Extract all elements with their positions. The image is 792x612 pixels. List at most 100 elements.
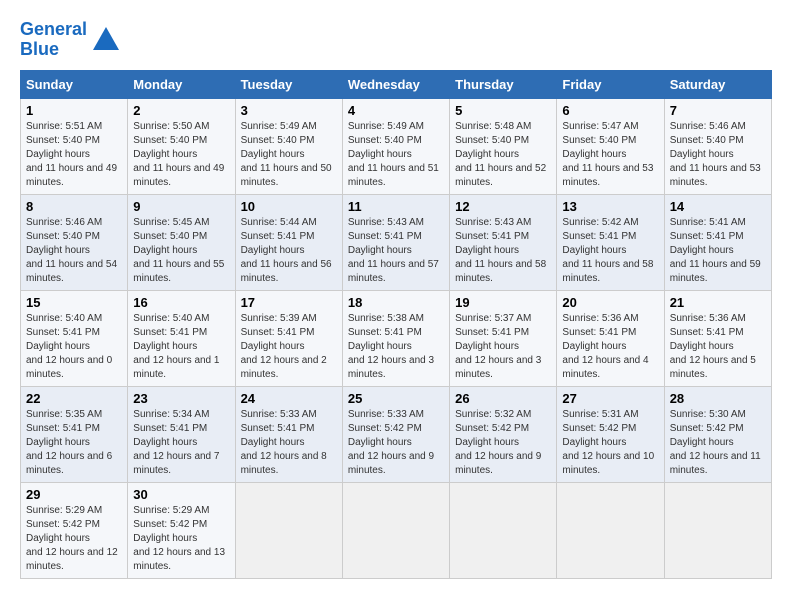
day-info: Sunrise: 5:46 AMSunset: 5:40 PMDaylight … xyxy=(26,217,117,284)
day-number: 8 xyxy=(26,199,122,214)
day-info: Sunrise: 5:50 AMSunset: 5:40 PMDaylight … xyxy=(133,121,224,188)
day-number: 1 xyxy=(26,103,122,118)
day-info: Sunrise: 5:44 AMSunset: 5:41 PMDaylight … xyxy=(241,217,332,284)
calendar-cell: 7 Sunrise: 5:46 AMSunset: 5:40 PMDaylight… xyxy=(664,98,771,194)
weekday-header-thursday: Thursday xyxy=(450,70,557,98)
day-number: 3 xyxy=(241,103,337,118)
weekday-header-friday: Friday xyxy=(557,70,664,98)
day-number: 26 xyxy=(455,391,551,406)
calendar-cell: 16 Sunrise: 5:40 AMSunset: 5:41 PMDayligh… xyxy=(128,290,235,386)
logo-icon xyxy=(91,25,121,55)
calendar-week-4: 22Sunrise: 5:35 AMSunset: 5:41 PMDayligh… xyxy=(21,386,772,482)
calendar-cell: 4Sunrise: 5:49 AMSunset: 5:40 PMDaylight… xyxy=(342,98,449,194)
calendar-cell: 10Sunrise: 5:44 AMSunset: 5:41 PMDayligh… xyxy=(235,194,342,290)
day-info: Sunrise: 5:29 AMSunset: 5:42 PMDaylight … xyxy=(26,505,118,572)
calendar-cell: 24 Sunrise: 5:33 AMSunset: 5:41 PMDayligh… xyxy=(235,386,342,482)
day-info: Sunrise: 5:46 AMSunset: 5:40 PMDaylight … xyxy=(670,121,761,188)
calendar-cell: 26 Sunrise: 5:32 AMSunset: 5:42 PMDayligh… xyxy=(450,386,557,482)
calendar-cell: 15 Sunrise: 5:40 AMSunset: 5:41 PMDayligh… xyxy=(21,290,128,386)
day-number: 7 xyxy=(670,103,766,118)
day-info: Sunrise: 5:48 AMSunset: 5:40 PMDaylight … xyxy=(455,121,546,188)
calendar-cell: 11Sunrise: 5:43 AMSunset: 5:41 PMDayligh… xyxy=(342,194,449,290)
calendar-cell: 29 Sunrise: 5:29 AMSunset: 5:42 PMDayligh… xyxy=(21,482,128,578)
day-info: Sunrise: 5:45 AMSunset: 5:40 PMDaylight … xyxy=(133,217,224,284)
calendar-cell xyxy=(450,482,557,578)
calendar-cell: 18 Sunrise: 5:38 AMSunset: 5:41 PMDayligh… xyxy=(342,290,449,386)
calendar-week-3: 15 Sunrise: 5:40 AMSunset: 5:41 PMDayligh… xyxy=(21,290,772,386)
day-info: Sunrise: 5:38 AMSunset: 5:41 PMDaylight … xyxy=(348,313,434,380)
day-info: Sunrise: 5:29 AMSunset: 5:42 PMDaylight … xyxy=(133,505,225,572)
calendar-cell: 14 Sunrise: 5:41 AMSunset: 5:41 PMDayligh… xyxy=(664,194,771,290)
day-number: 14 xyxy=(670,199,766,214)
calendar-cell: 22Sunrise: 5:35 AMSunset: 5:41 PMDayligh… xyxy=(21,386,128,482)
calendar-cell: 20 Sunrise: 5:36 AMSunset: 5:41 PMDayligh… xyxy=(557,290,664,386)
calendar-cell: 28 Sunrise: 5:30 AMSunset: 5:42 PMDayligh… xyxy=(664,386,771,482)
calendar-cell xyxy=(557,482,664,578)
day-info: Sunrise: 5:49 AMSunset: 5:40 PMDaylight … xyxy=(241,121,332,188)
weekday-header-saturday: Saturday xyxy=(664,70,771,98)
calendar-cell: 9Sunrise: 5:45 AMSunset: 5:40 PMDaylight… xyxy=(128,194,235,290)
day-number: 24 xyxy=(241,391,337,406)
day-number: 13 xyxy=(562,199,658,214)
calendar-week-5: 29 Sunrise: 5:29 AMSunset: 5:42 PMDayligh… xyxy=(21,482,772,578)
day-info: Sunrise: 5:36 AMSunset: 5:41 PMDaylight … xyxy=(562,313,648,380)
calendar-cell: 19 Sunrise: 5:37 AMSunset: 5:41 PMDayligh… xyxy=(450,290,557,386)
day-info: Sunrise: 5:42 AMSunset: 5:41 PMDaylight … xyxy=(562,217,653,284)
calendar-table: SundayMondayTuesdayWednesdayThursdayFrid… xyxy=(20,70,772,579)
day-number: 2 xyxy=(133,103,229,118)
day-info: Sunrise: 5:40 AMSunset: 5:41 PMDaylight … xyxy=(26,313,112,380)
day-number: 29 xyxy=(26,487,122,502)
day-info: Sunrise: 5:34 AMSunset: 5:41 PMDaylight … xyxy=(133,409,219,476)
day-number: 21 xyxy=(670,295,766,310)
day-number: 22 xyxy=(26,391,122,406)
calendar-cell: 27Sunrise: 5:31 AMSunset: 5:42 PMDayligh… xyxy=(557,386,664,482)
calendar-week-1: 1 Sunrise: 5:51 AMSunset: 5:40 PMDaylight… xyxy=(21,98,772,194)
day-info: Sunrise: 5:32 AMSunset: 5:42 PMDaylight … xyxy=(455,409,541,476)
calendar-cell: 25 Sunrise: 5:33 AMSunset: 5:42 PMDayligh… xyxy=(342,386,449,482)
day-number: 16 xyxy=(133,295,229,310)
day-info: Sunrise: 5:51 AMSunset: 5:40 PMDaylight … xyxy=(26,121,117,188)
calendar-cell: 2 Sunrise: 5:50 AMSunset: 5:40 PMDaylight… xyxy=(128,98,235,194)
logo-text: GeneralBlue xyxy=(20,20,87,60)
day-number: 5 xyxy=(455,103,551,118)
weekday-header-monday: Monday xyxy=(128,70,235,98)
calendar-cell xyxy=(342,482,449,578)
day-info: Sunrise: 5:37 AMSunset: 5:41 PMDaylight … xyxy=(455,313,541,380)
calendar-cell: 1 Sunrise: 5:51 AMSunset: 5:40 PMDaylight… xyxy=(21,98,128,194)
calendar-cell: 30Sunrise: 5:29 AMSunset: 5:42 PMDayligh… xyxy=(128,482,235,578)
day-number: 12 xyxy=(455,199,551,214)
day-info: Sunrise: 5:39 AMSunset: 5:41 PMDaylight … xyxy=(241,313,327,380)
day-info: Sunrise: 5:36 AMSunset: 5:41 PMDaylight … xyxy=(670,313,756,380)
day-info: Sunrise: 5:33 AMSunset: 5:42 PMDaylight … xyxy=(348,409,434,476)
calendar-cell: 17Sunrise: 5:39 AMSunset: 5:41 PMDayligh… xyxy=(235,290,342,386)
day-info: Sunrise: 5:43 AMSunset: 5:41 PMDaylight … xyxy=(348,217,439,284)
day-info: Sunrise: 5:31 AMSunset: 5:42 PMDaylight … xyxy=(562,409,654,476)
calendar-cell: 6Sunrise: 5:47 AMSunset: 5:40 PMDaylight… xyxy=(557,98,664,194)
logo: GeneralBlue xyxy=(20,20,121,60)
calendar-cell: 21 Sunrise: 5:36 AMSunset: 5:41 PMDayligh… xyxy=(664,290,771,386)
calendar-cell: 13 Sunrise: 5:42 AMSunset: 5:41 PMDayligh… xyxy=(557,194,664,290)
calendar-cell xyxy=(664,482,771,578)
day-number: 25 xyxy=(348,391,444,406)
calendar-cell: 12 Sunrise: 5:43 AMSunset: 5:41 PMDayligh… xyxy=(450,194,557,290)
day-info: Sunrise: 5:40 AMSunset: 5:41 PMDaylight … xyxy=(133,313,219,380)
day-info: Sunrise: 5:33 AMSunset: 5:41 PMDaylight … xyxy=(241,409,327,476)
weekday-header-wednesday: Wednesday xyxy=(342,70,449,98)
weekday-header-tuesday: Tuesday xyxy=(235,70,342,98)
calendar-week-2: 8 Sunrise: 5:46 AMSunset: 5:40 PMDaylight… xyxy=(21,194,772,290)
weekday-header-sunday: Sunday xyxy=(21,70,128,98)
day-number: 6 xyxy=(562,103,658,118)
day-number: 15 xyxy=(26,295,122,310)
day-number: 4 xyxy=(348,103,444,118)
day-number: 28 xyxy=(670,391,766,406)
day-info: Sunrise: 5:41 AMSunset: 5:41 PMDaylight … xyxy=(670,217,761,284)
day-number: 18 xyxy=(348,295,444,310)
day-number: 23 xyxy=(133,391,229,406)
calendar-cell: 23 Sunrise: 5:34 AMSunset: 5:41 PMDayligh… xyxy=(128,386,235,482)
page-header: GeneralBlue xyxy=(20,20,772,60)
day-number: 20 xyxy=(562,295,658,310)
day-number: 19 xyxy=(455,295,551,310)
calendar-cell: 8 Sunrise: 5:46 AMSunset: 5:40 PMDaylight… xyxy=(21,194,128,290)
day-info: Sunrise: 5:43 AMSunset: 5:41 PMDaylight … xyxy=(455,217,546,284)
day-info: Sunrise: 5:30 AMSunset: 5:42 PMDaylight … xyxy=(670,409,761,476)
